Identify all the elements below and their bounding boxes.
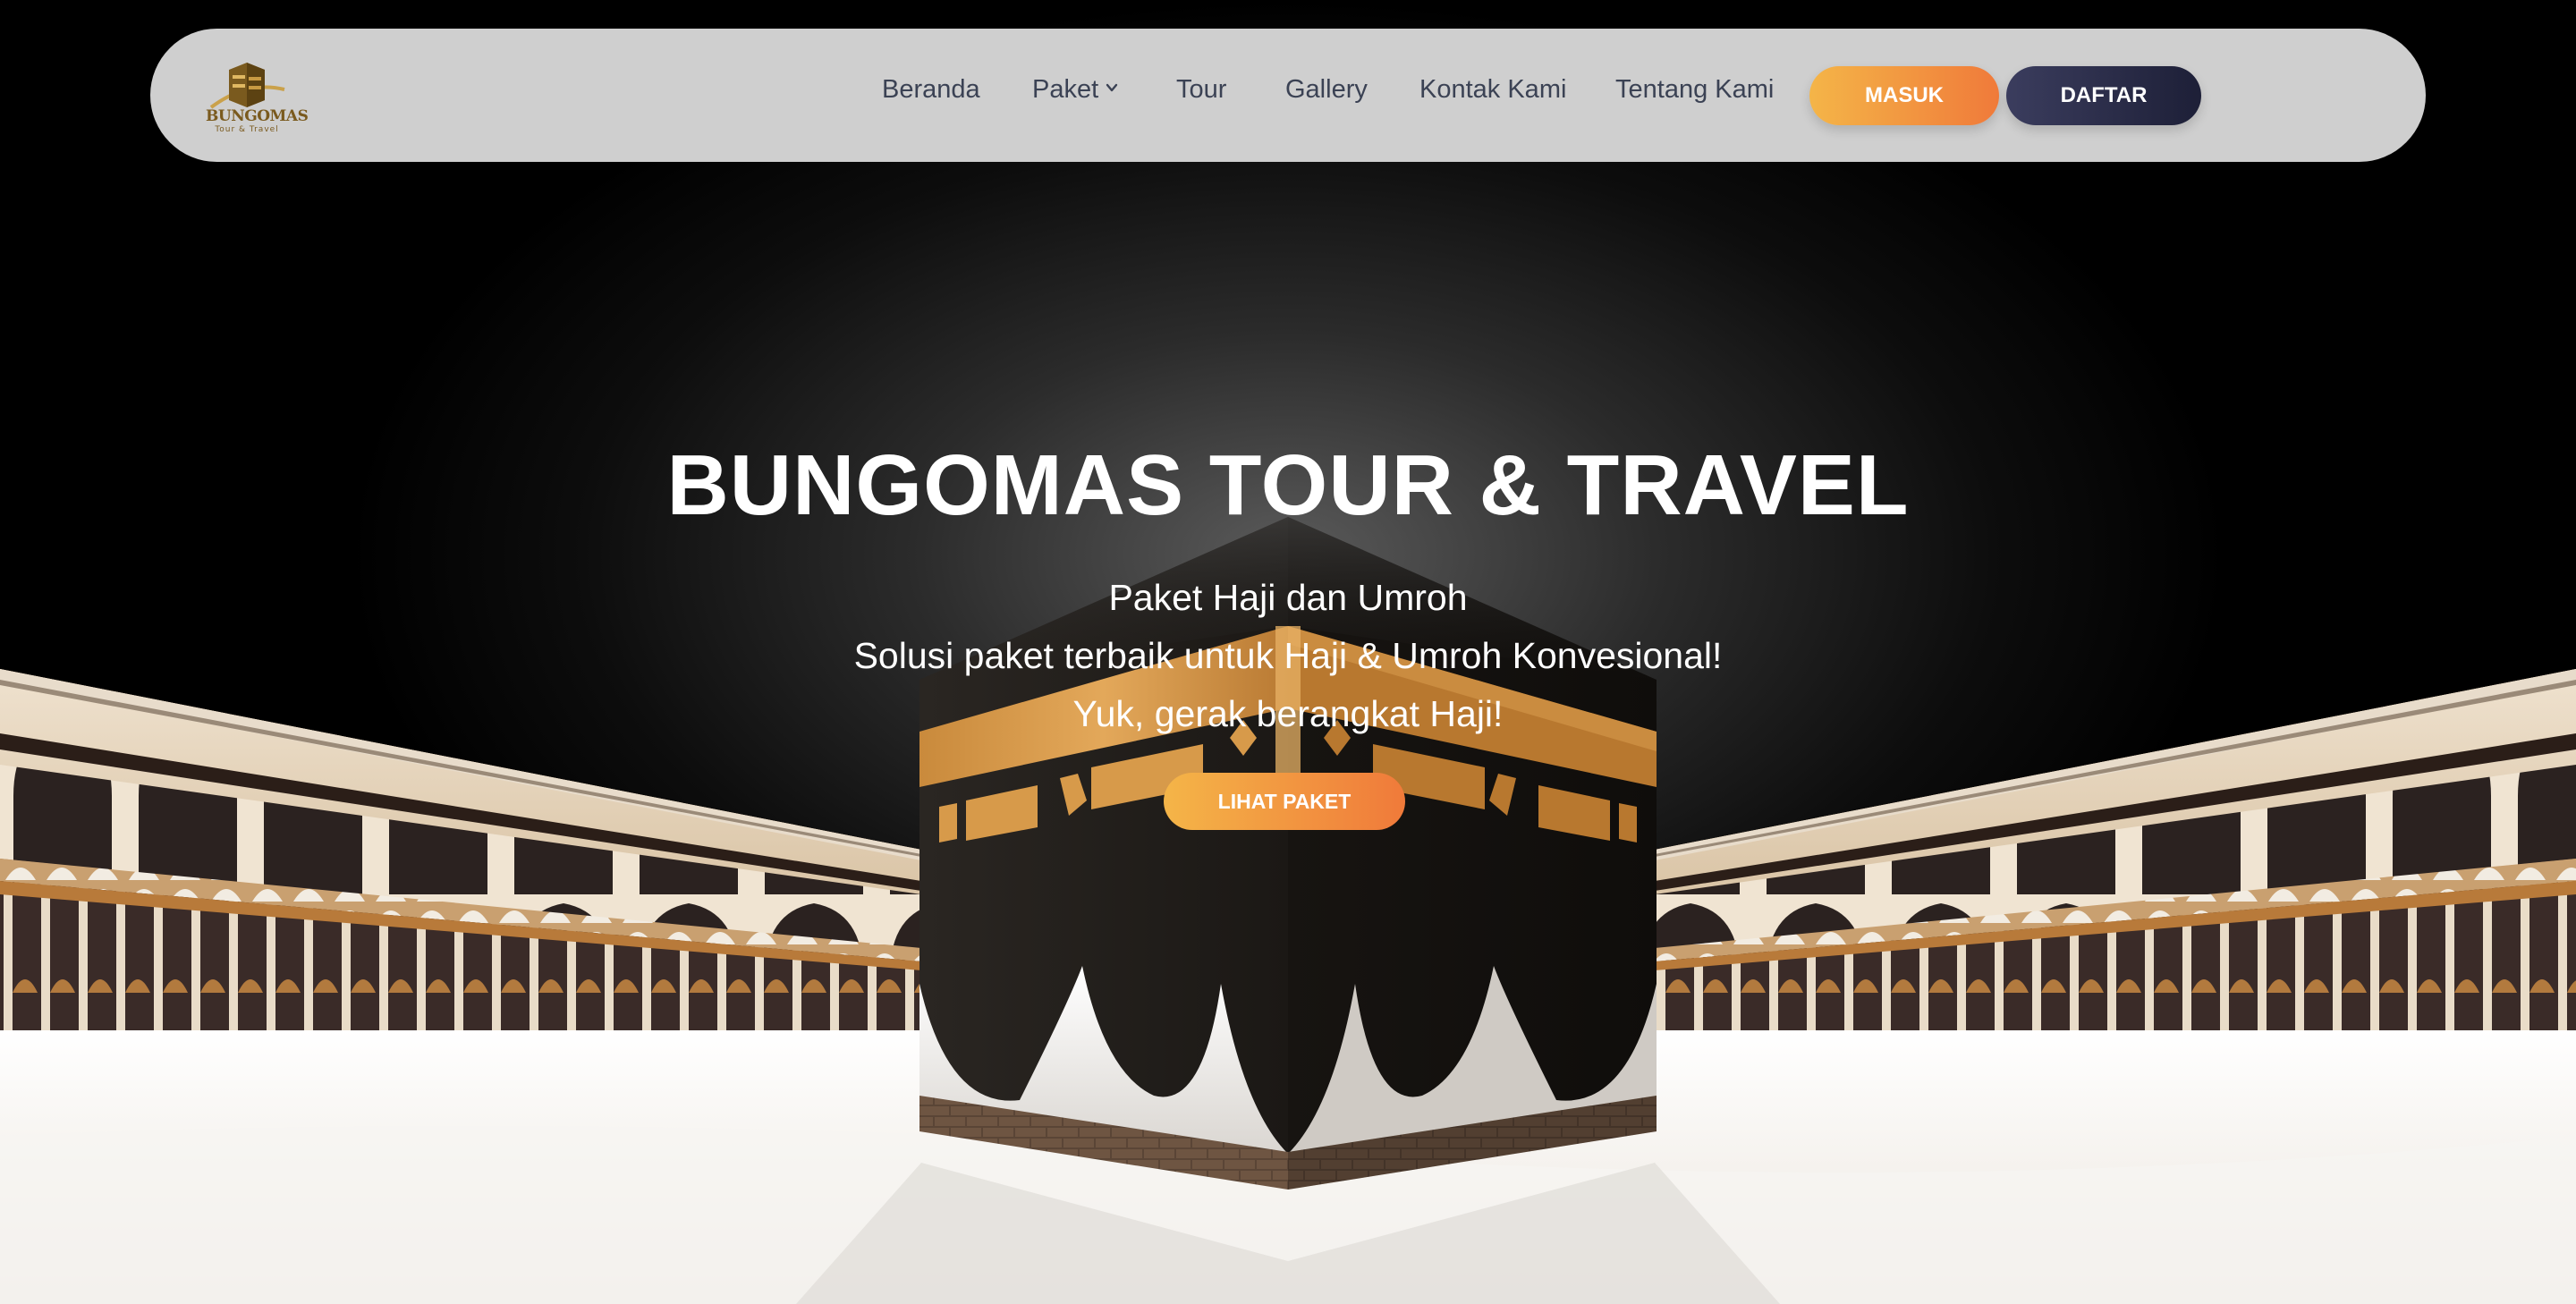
nav-item-gallery[interactable]: Gallery (1285, 75, 1368, 105)
view-packages-button[interactable]: LIHAT PAKET (1164, 773, 1405, 830)
nav-item-tour[interactable]: Tour (1176, 75, 1226, 105)
hero-call-to-action-text: Yuk, gerak berangkat Haji! (1072, 693, 1504, 734)
hero-title: BUNGOMAS TOUR & TRAVEL (666, 437, 1910, 533)
navbar: BUNGOMAS Tour & Travel Beranda Paket Tou… (150, 29, 2426, 162)
page: BUNGOMAS Tour & Travel Beranda Paket Tou… (0, 0, 2576, 1304)
nav-item-tentang-kami[interactable]: Tentang Kami (1615, 75, 1774, 105)
nav-item-beranda[interactable]: Beranda (882, 75, 980, 105)
chevron-down-icon (1106, 83, 1118, 92)
hero-tagline: Solusi paket terbaik untuk Haji & Umroh … (853, 635, 1723, 676)
login-button[interactable]: MASUK (1809, 66, 1999, 125)
nav-item-paket-label: Paket (1032, 75, 1099, 104)
hero-subtitle: Paket Haji dan Umroh (1108, 577, 1468, 618)
nav-item-kontak-kami[interactable]: Kontak Kami (1419, 75, 1566, 105)
register-button[interactable]: DAFTAR (2006, 66, 2201, 125)
nav-item-paket[interactable]: Paket (1032, 75, 1118, 105)
